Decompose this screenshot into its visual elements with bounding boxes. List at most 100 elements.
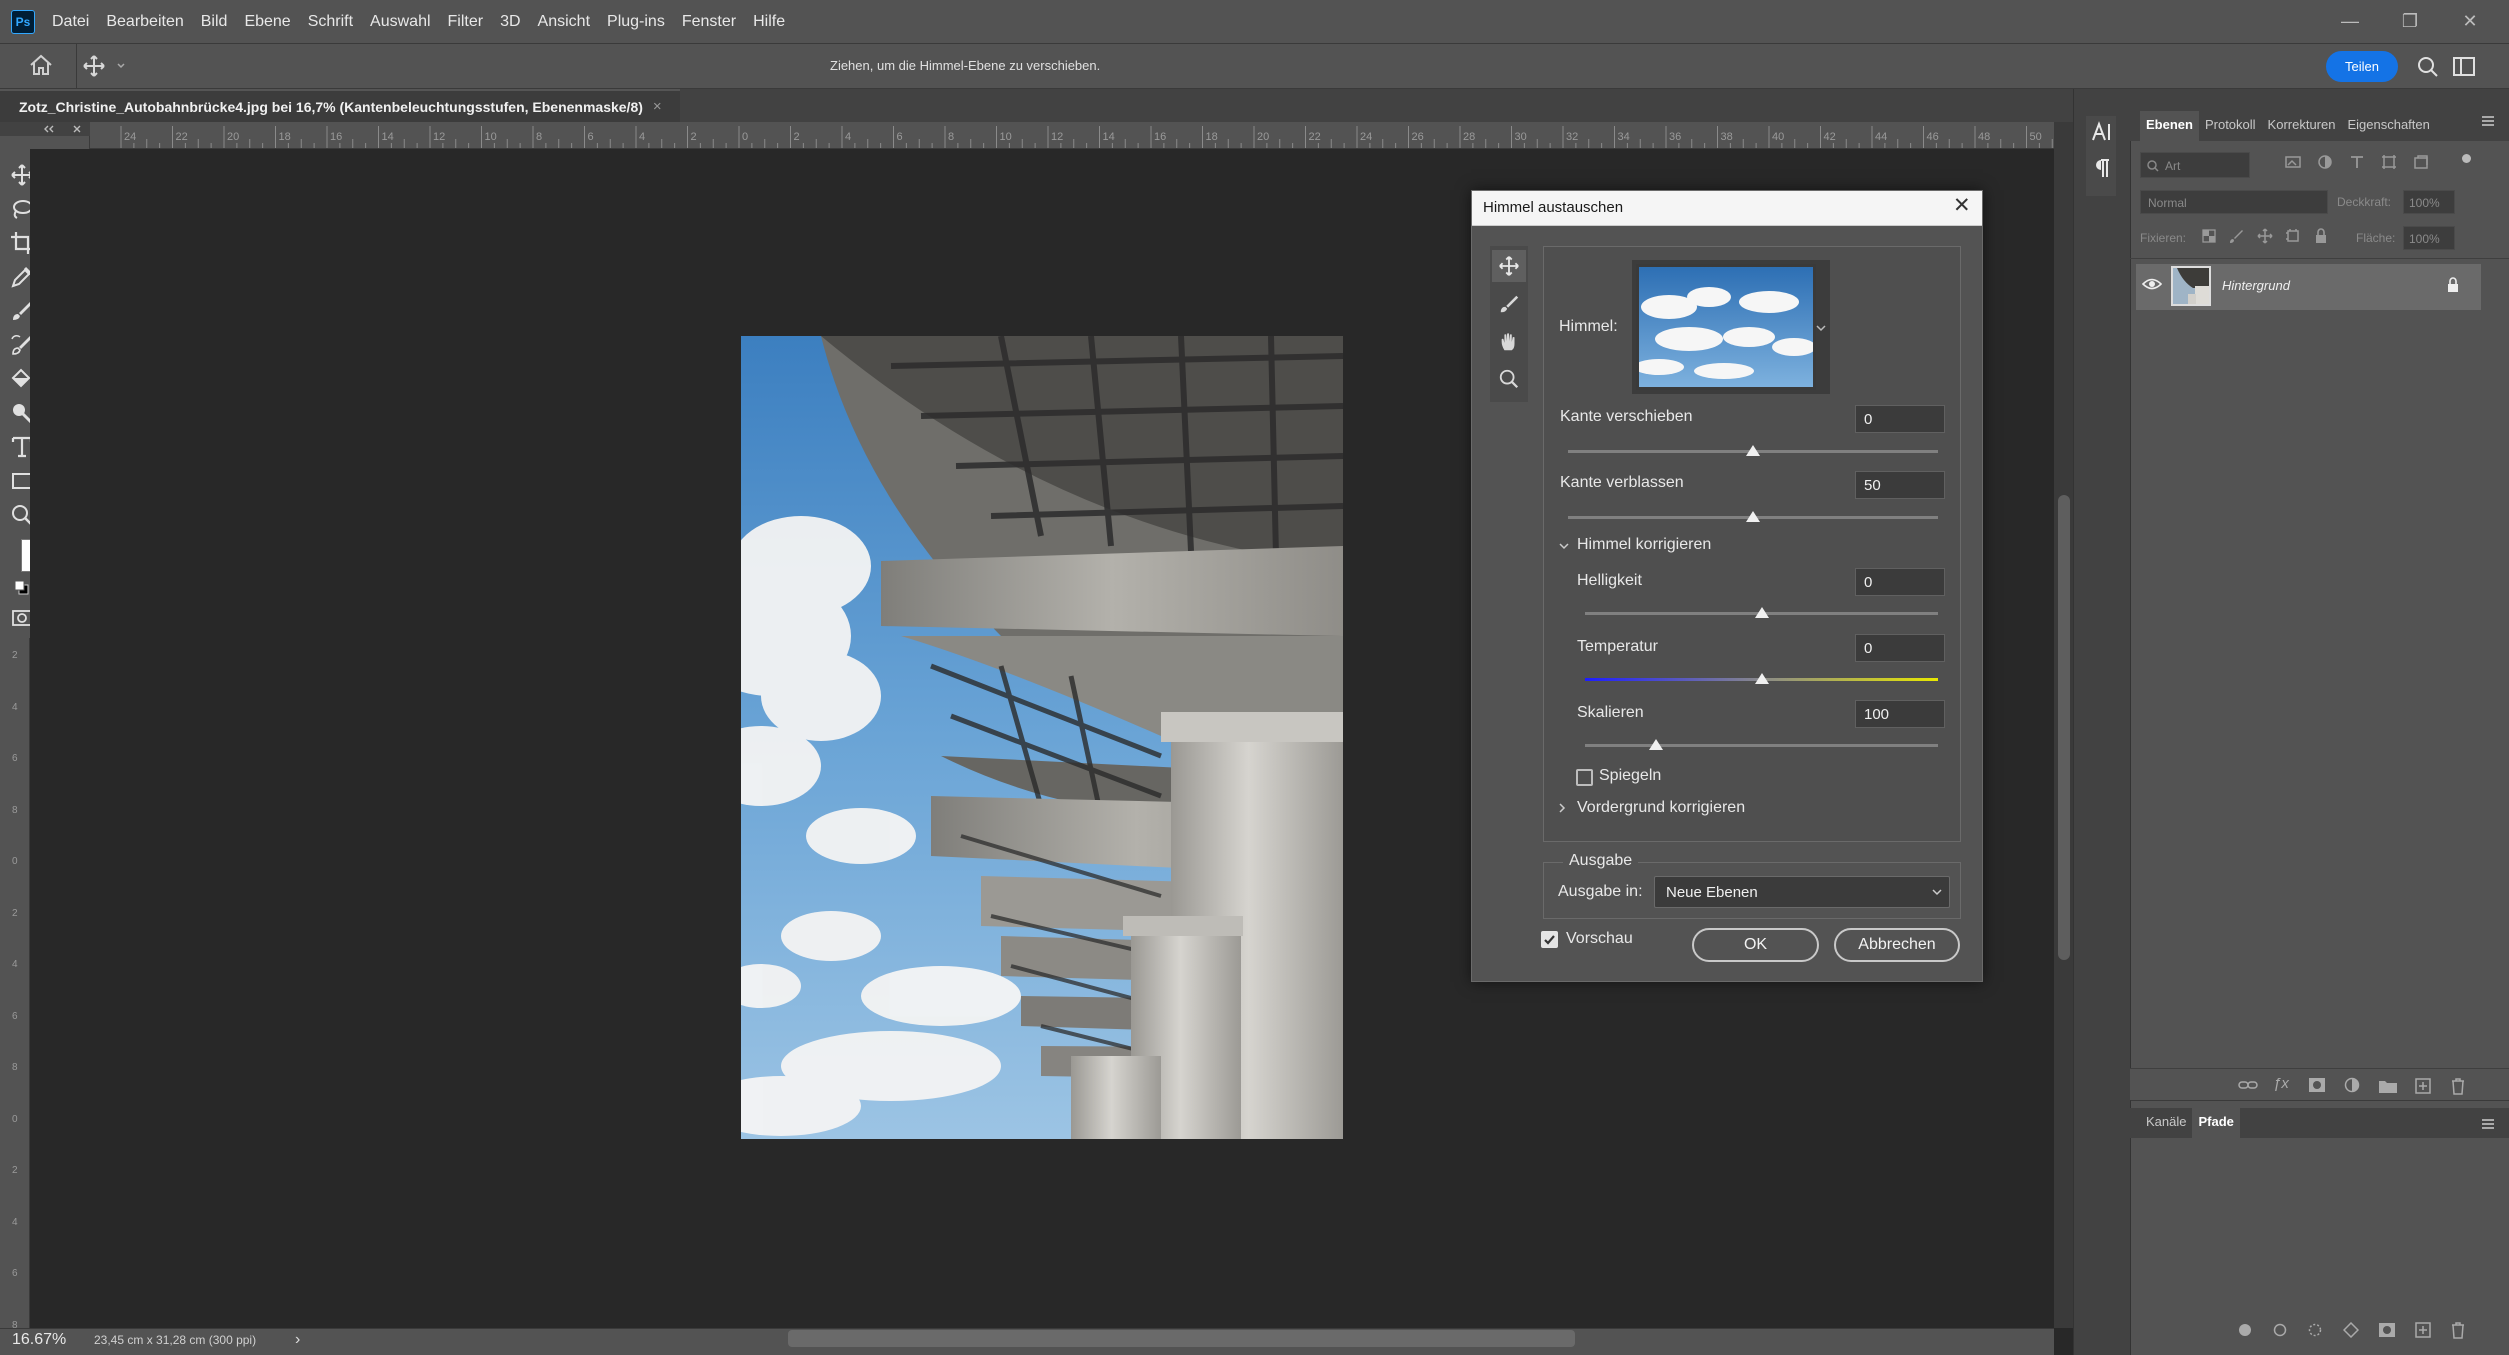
dialog-close-icon[interactable]: ✕: [1953, 193, 1971, 218]
vertical-scroll-thumb[interactable]: [2058, 495, 2070, 960]
fill-path-icon[interactable]: [2238, 1323, 2252, 1337]
sky-hand-tool-icon[interactable]: [1498, 331, 1520, 353]
ok-button[interactable]: OK: [1692, 928, 1819, 962]
filter-shape-icon[interactable]: [2380, 153, 2398, 171]
default-colors-icon[interactable]: [14, 580, 30, 596]
new-adjustment-icon[interactable]: [2344, 1077, 2360, 1093]
menu-bearbeiten[interactable]: Bearbeiten: [106, 13, 183, 31]
temperature-slider-thumb[interactable]: [1754, 673, 1769, 684]
sky-picker-chevron-down-icon[interactable]: [1816, 324, 1826, 332]
layer-lock-icon[interactable]: [2446, 276, 2460, 294]
sky-brush-tool-icon[interactable]: [1498, 293, 1520, 315]
lock-pixels-icon[interactable]: [2228, 227, 2246, 245]
edge-fade-input[interactable]: 50: [1855, 471, 1945, 499]
new-group-icon[interactable]: [2378, 1078, 2398, 1094]
temperature-input[interactable]: 0: [1855, 634, 1945, 662]
lock-position-icon[interactable]: [2256, 227, 2274, 245]
workspace-icon[interactable]: [2452, 56, 2476, 78]
menu-plugins[interactable]: Plug-ins: [607, 13, 665, 31]
new-layer-icon[interactable]: [2414, 1077, 2432, 1095]
menu-filter[interactable]: Filter: [448, 13, 484, 31]
zoom-level[interactable]: 16.67%: [12, 1331, 66, 1349]
document-tab[interactable]: Zotz_Christine_Autobahnbrücke4.jpg bei 1…: [0, 89, 680, 122]
selection-to-path-icon[interactable]: [2343, 1322, 2359, 1338]
foreground-adjust-label[interactable]: Vordergrund korrigieren: [1577, 799, 1745, 817]
scale-slider-track[interactable]: [1585, 744, 1938, 747]
fill-input[interactable]: 100%: [2403, 226, 2455, 250]
select-chevron-down-icon[interactable]: [1932, 888, 1942, 896]
cancel-button[interactable]: Abbrechen: [1834, 928, 1960, 962]
ruler-top[interactable]: 24 22 20 18 16 14 12 10 8 6 4 2 0 2 4 6 8 10 12 14 16 18 20 22 2…: [90, 122, 2054, 149]
character-panel-icon[interactable]: [2091, 120, 2113, 144]
tab-kanaele[interactable]: Kanäle: [2140, 1108, 2192, 1138]
horizontal-scroll-thumb[interactable]: [788, 1330, 1575, 1347]
menu-auswahl[interactable]: Auswahl: [370, 13, 430, 31]
lock-transparency-icon[interactable]: [2200, 227, 2218, 245]
new-path-icon[interactable]: [2414, 1321, 2432, 1339]
paths-panel-menu-icon[interactable]: [2480, 1117, 2496, 1131]
foreground-chevron-right-icon[interactable]: [1557, 802, 1567, 814]
panel-menu-icon[interactable]: [2480, 114, 2496, 128]
paragraph-panel-icon[interactable]: [2093, 157, 2111, 179]
move-tool-options-icon[interactable]: [82, 54, 126, 78]
brightness-slider-thumb[interactable]: [1754, 607, 1769, 618]
menu-hilfe[interactable]: Hilfe: [753, 13, 785, 31]
brightness-input[interactable]: 0: [1855, 568, 1945, 596]
delete-path-icon[interactable]: [2450, 1321, 2466, 1339]
minimize-button[interactable]: —: [2332, 6, 2368, 36]
scale-slider-thumb[interactable]: [1648, 739, 1663, 750]
path-mask-icon[interactable]: [2378, 1322, 2396, 1338]
edge-shift-input[interactable]: 0: [1855, 405, 1945, 433]
menu-ebene[interactable]: Ebene: [244, 13, 290, 31]
layer-filter-search[interactable]: Art: [2140, 152, 2250, 178]
close-window-button[interactable]: ✕: [2452, 6, 2488, 36]
home-icon[interactable]: [28, 53, 54, 77]
search-icon[interactable]: [2416, 55, 2440, 79]
edge-fade-slider-thumb[interactable]: [1746, 511, 1760, 522]
sky-adjust-chevron-down-icon[interactable]: [1558, 541, 1570, 551]
menu-schrift[interactable]: Schrift: [308, 13, 353, 31]
layer-name[interactable]: Hintergrund: [2222, 278, 2290, 293]
opacity-input[interactable]: 100%: [2403, 190, 2455, 214]
ruler-left[interactable]: 246802468024683: [0, 638, 30, 1328]
filter-smart-object-icon[interactable]: [2412, 153, 2430, 171]
filter-pixel-icon[interactable]: [2284, 153, 2302, 171]
menu-bild[interactable]: Bild: [201, 13, 228, 31]
sky-zoom-tool-icon[interactable]: [1498, 368, 1520, 390]
link-layers-icon[interactable]: [2238, 1078, 2258, 1092]
menu-datei[interactable]: Datei: [52, 13, 89, 31]
tab-korrekturen[interactable]: Korrekturen: [2262, 111, 2342, 141]
flip-checkbox[interactable]: [1576, 769, 1593, 786]
photoshop-logo[interactable]: Ps: [11, 10, 35, 34]
delete-layer-icon[interactable]: [2450, 1077, 2466, 1095]
path-to-selection-icon[interactable]: [2308, 1323, 2322, 1337]
menu-ansicht[interactable]: Ansicht: [538, 13, 590, 31]
output-to-select[interactable]: Neue Ebenen: [1654, 876, 1950, 908]
sky-adjust-section-label[interactable]: Himmel korrigieren: [1577, 536, 1711, 554]
tab-eigenschaften[interactable]: Eigenschaften: [2341, 111, 2435, 141]
scale-input[interactable]: 100: [1855, 700, 1945, 728]
fx-icon[interactable]: ƒx: [2273, 1075, 2289, 1092]
filter-adjustment-icon[interactable]: [2316, 153, 2334, 171]
document-close-icon[interactable]: ×: [653, 98, 662, 115]
canvas-image[interactable]: [741, 336, 1343, 1139]
tab-pfade[interactable]: Pfade: [2192, 1108, 2240, 1138]
edge-shift-slider-thumb[interactable]: [1746, 445, 1760, 456]
lock-all-icon[interactable]: [2312, 227, 2330, 245]
sky-move-tool-icon[interactable]: [1492, 250, 1526, 282]
lock-artboard-icon[interactable]: [2284, 227, 2302, 245]
menu-3d[interactable]: 3D: [500, 13, 520, 31]
filter-type-icon[interactable]: [2348, 153, 2366, 171]
preview-checkbox[interactable]: [1541, 931, 1558, 948]
restore-button[interactable]: ❐: [2392, 6, 2428, 36]
share-button[interactable]: Teilen: [2326, 51, 2398, 82]
tab-ebenen[interactable]: Ebenen: [2140, 111, 2199, 141]
stroke-path-icon[interactable]: [2273, 1323, 2287, 1337]
menu-fenster[interactable]: Fenster: [682, 13, 736, 31]
tab-protokoll[interactable]: Protokoll: [2199, 111, 2262, 141]
eye-visibility-icon[interactable]: [2142, 277, 2162, 291]
sky-preset-thumbnail[interactable]: [1636, 264, 1816, 390]
add-mask-icon[interactable]: [2308, 1077, 2326, 1093]
filter-toggle-icon[interactable]: [2462, 154, 2471, 163]
status-menu-arrow[interactable]: ›: [295, 1331, 300, 1349]
